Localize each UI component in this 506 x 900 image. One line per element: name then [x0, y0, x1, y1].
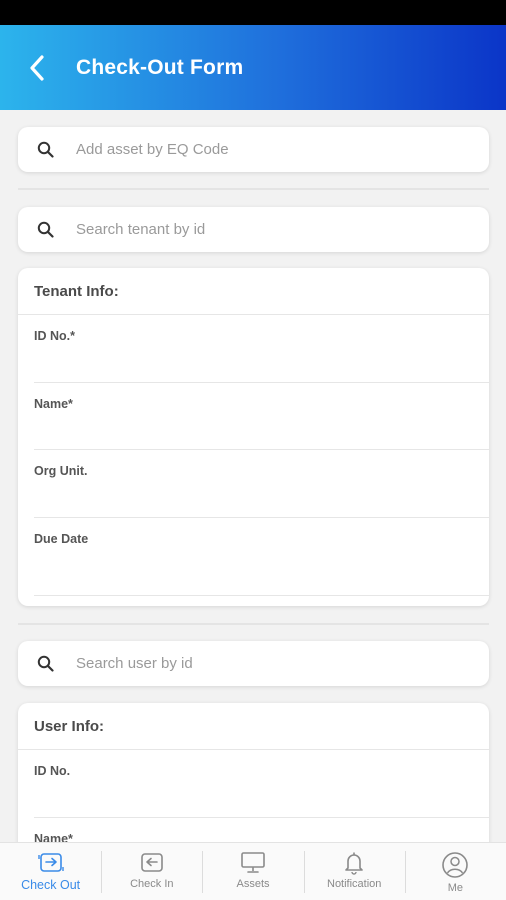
field-label: ID No. [34, 764, 71, 778]
divider [18, 623, 489, 625]
check-in-icon [140, 853, 163, 872]
tenant-name-field[interactable]: Name* [34, 383, 489, 450]
bell-icon [345, 852, 364, 875]
user-id-field[interactable]: ID No. [34, 750, 489, 818]
search-icon [37, 655, 54, 672]
nav-label: Notification [327, 878, 382, 890]
user-search-input[interactable] [76, 655, 456, 672]
nav-check-out[interactable]: Check Out [0, 843, 101, 900]
tenant-info-card: Tenant Info: ID No.* Name* Org Unit. Due… [18, 268, 489, 606]
field-label: Name* [34, 396, 73, 411]
check-out-icon [37, 853, 64, 872]
tenant-info-title: Tenant Info: [18, 268, 489, 315]
search-icon [37, 141, 54, 158]
nav-check-in[interactable]: Check In [101, 843, 202, 900]
nav-label: Check In [130, 878, 174, 890]
user-icon [442, 852, 469, 878]
nav-label: Me [447, 882, 464, 894]
nav-me[interactable]: Me [404, 843, 506, 900]
search-icon [37, 221, 54, 238]
back-button[interactable] [22, 48, 52, 88]
tenant-search-input[interactable] [76, 221, 456, 238]
page-title: Check-Out Form [76, 55, 244, 79]
tenant-due-date-field[interactable]: Due Date [34, 518, 489, 596]
asset-search-bar[interactable] [18, 127, 489, 172]
field-label: ID No.* [34, 329, 75, 343]
bottom-nav: Check Out Check In Assets Notification M… [0, 842, 506, 900]
monitor-icon [241, 852, 265, 873]
chevron-left-icon [30, 54, 44, 81]
user-info-title: User Info: [18, 703, 489, 750]
user-search-bar[interactable] [18, 641, 489, 686]
nav-notification[interactable]: Notification [303, 843, 405, 900]
tenant-org-unit-field[interactable]: Org Unit. [34, 450, 489, 518]
nav-label: Assets [236, 878, 270, 890]
status-bar [0, 0, 506, 25]
tenant-search-bar[interactable] [18, 207, 489, 252]
nav-label: Check Out [21, 878, 81, 892]
field-label: Due Date [34, 531, 89, 546]
field-label: Org Unit. [34, 464, 88, 478]
nav-assets[interactable]: Assets [202, 843, 303, 900]
asset-search-input[interactable] [76, 141, 456, 158]
app-bar: Check-Out Form [0, 25, 506, 110]
divider [18, 188, 489, 190]
tenant-id-field[interactable]: ID No.* [34, 315, 489, 383]
